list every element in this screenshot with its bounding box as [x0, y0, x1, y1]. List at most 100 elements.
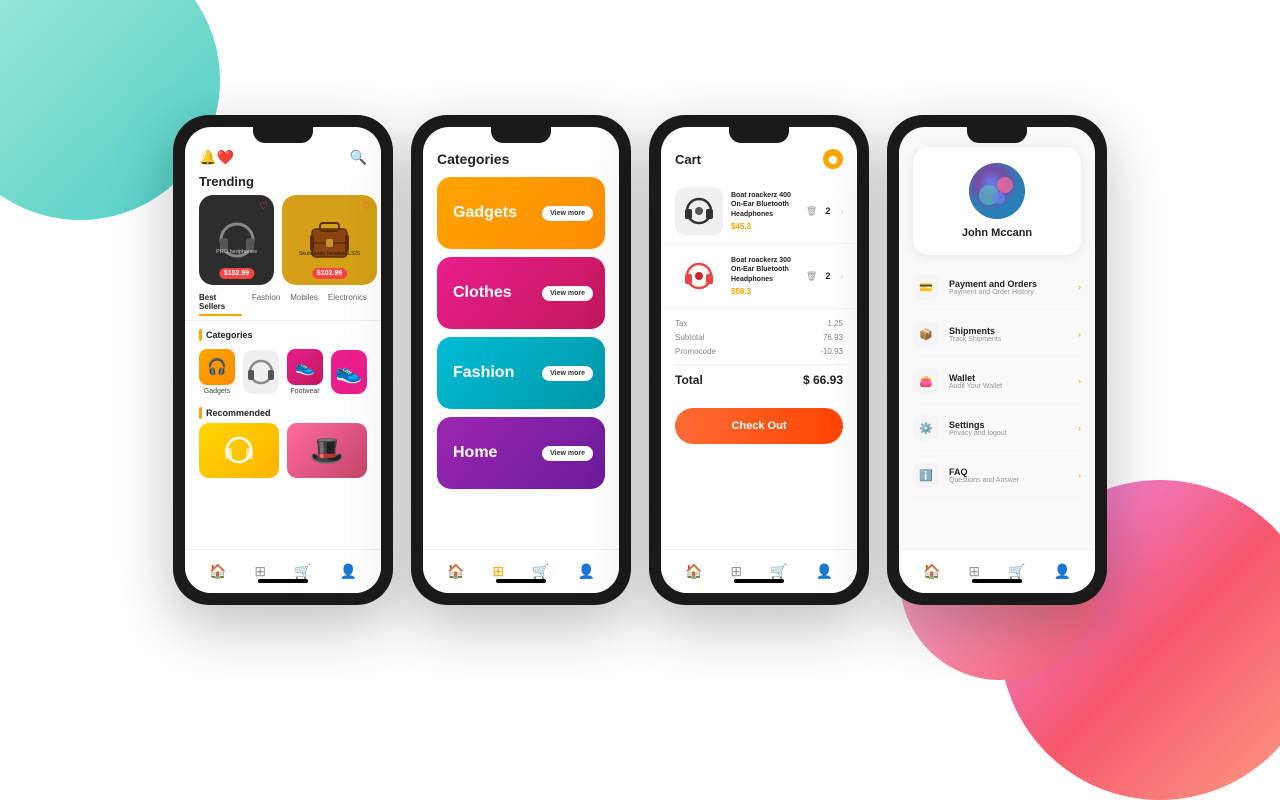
category-footwear[interactable]: 👟 Footwear — [287, 349, 323, 395]
trash-icon-1[interactable]: 🗑 — [806, 206, 817, 217]
nav-profile-4[interactable]: 👤 — [1054, 563, 1071, 580]
cart-item-info-2: Boat roackerz 300 On-Ear Bluetooth Headp… — [731, 256, 798, 295]
tab-mobiles[interactable]: Mobiles — [290, 293, 318, 316]
chevron-right-1: › — [840, 207, 843, 216]
home-bottom-nav: 🏠 ⊞ 🛒 👤 — [185, 549, 381, 593]
view-more-fashion[interactable]: View more — [542, 366, 593, 381]
nav-home-3[interactable]: 🏠 — [685, 563, 702, 580]
chevron-right-2: › — [840, 272, 843, 281]
product-card-headphones[interactable]: ♡ $152.99 PRO hedphones — [199, 195, 274, 285]
phone-notch-2 — [491, 127, 551, 143]
cart-item-qty-1: 2 — [825, 206, 830, 216]
menu-item-wallet[interactable]: 👛 Wallet Audit Your Wallet › — [913, 359, 1081, 404]
cart-item-2: Boat roackerz 300 On-Ear Bluetooth Headp… — [661, 244, 857, 309]
nav-grid[interactable]: ⊞ — [254, 563, 266, 580]
phone-profile: John Mccann 💳 Payment and Orders Payment… — [887, 115, 1107, 605]
cart-item-price-1: $45.3 — [731, 222, 798, 231]
faq-sub: Questions and Answer — [949, 477, 1068, 484]
product-name-1: PRO hedphones — [199, 249, 274, 255]
rec-card-1[interactable] — [199, 423, 279, 478]
recommended-cards: 🎩 — [185, 423, 381, 478]
cat-card-fashion[interactable]: Fashion View more — [437, 337, 605, 409]
promo-row: Promocode -10.93 — [675, 347, 843, 356]
settings-title: Settings — [949, 420, 1068, 430]
arrow-wallet: › — [1078, 376, 1081, 386]
arrow-shipments: › — [1078, 329, 1081, 339]
arrow-faq: › — [1078, 470, 1081, 480]
wallet-sub: Audit Your Wallet — [949, 383, 1068, 390]
promo-value: -10.93 — [820, 347, 843, 356]
nav-cart-3[interactable]: 🛒 — [770, 563, 787, 580]
nav-cart[interactable]: 🛒 — [294, 563, 311, 580]
cart-title: Cart — [675, 152, 701, 167]
product-heart-1[interactable]: ♡ — [259, 201, 268, 212]
trending-products: ♡ $152.99 PRO hedphones — [185, 195, 381, 285]
username: John Mccann — [962, 227, 1032, 239]
heart-icon[interactable]: ❤️ — [216, 149, 233, 166]
nav-grid-2[interactable]: ⊞ — [492, 563, 504, 580]
nav-grid-4[interactable]: ⊞ — [968, 563, 980, 580]
cat-label-fashion: Fashion — [453, 364, 514, 382]
category-gadgets[interactable]: 🎧 Gadgets — [199, 349, 235, 395]
tab-bestsellers[interactable]: Best Sellers — [199, 293, 242, 316]
nav-home-4[interactable]: 🏠 — [923, 563, 940, 580]
shipments-title: Shipments — [949, 326, 1068, 336]
cat-label-home: Home — [453, 444, 497, 462]
rec-card-2[interactable]: 🎩 — [287, 423, 367, 478]
nav-profile-2[interactable]: 👤 — [578, 563, 595, 580]
menu-item-faq[interactable]: ℹ️ FAQ Questions and Answer › — [913, 453, 1081, 498]
profile-menu-list: 💳 Payment and Orders Payment and Order H… — [899, 265, 1095, 498]
profile-bottom-nav: 🏠 ⊞ 🛒 👤 — [899, 549, 1095, 593]
arrow-settings: › — [1078, 423, 1081, 433]
view-more-home[interactable]: View more — [542, 446, 593, 461]
cart-bottom-bar — [734, 579, 784, 583]
cart-item-qty-2: 2 — [825, 271, 830, 281]
product-card-suitcase[interactable]: ♡ Skullcandy headset L325 $102.99 — [282, 195, 377, 285]
menu-item-payment[interactable]: 💳 Payment and Orders Payment and Order H… — [913, 265, 1081, 310]
tab-fashion[interactable]: Fashion — [252, 293, 280, 316]
search-icon[interactable]: 🔍 — [350, 149, 367, 166]
nav-home-2[interactable]: 🏠 — [447, 563, 464, 580]
total-value: $ 66.93 — [803, 373, 843, 387]
cat-card-gadgets[interactable]: Gadgets View more — [437, 177, 605, 249]
faq-title: FAQ — [949, 467, 1068, 477]
tab-electronics[interactable]: Electronics — [328, 293, 367, 316]
view-more-clothes[interactable]: View more — [542, 286, 593, 301]
nav-profile[interactable]: 👤 — [340, 563, 357, 580]
nav-cart-4[interactable]: 🛒 — [1008, 563, 1025, 580]
phone-notch-1 — [253, 127, 313, 143]
trash-icon-2[interactable]: 🗑 — [806, 271, 817, 282]
phone-categories-screen: Categories Gadgets View more Clothes Vie… — [423, 127, 619, 593]
phone-notch-4 — [967, 127, 1027, 143]
payment-title: Payment and Orders — [949, 279, 1068, 289]
menu-item-settings[interactable]: ⚙️ Settings Privacy and logout › — [913, 406, 1081, 451]
cat-label-clothes: Clothes — [453, 284, 512, 302]
settings-text: Settings Privacy and logout — [949, 420, 1068, 437]
faq-icon: ℹ️ — [913, 462, 939, 488]
avatar — [969, 163, 1025, 219]
nav-profile-3[interactable]: 👤 — [816, 563, 833, 580]
bell-icon[interactable]: 🔔 — [199, 149, 216, 166]
cat-card-clothes[interactable]: Clothes View more — [437, 257, 605, 329]
cat-label-gadgets: Gadgets — [453, 204, 517, 222]
footwear-product-img: 👟 — [331, 350, 367, 394]
product-heart-2[interactable]: ♡ — [362, 201, 371, 212]
tax-value: 1.25 — [827, 319, 843, 328]
menu-item-shipments[interactable]: 📦 Shipments Track Shipments › — [913, 312, 1081, 357]
view-more-gadgets[interactable]: View more — [542, 206, 593, 221]
cart-item-name-2: Boat roackerz 300 On-Ear Bluetooth Headp… — [731, 256, 798, 283]
payment-sub: Payment and Order History — [949, 289, 1068, 296]
gadgets-icon: 🎧 — [199, 349, 235, 385]
nav-home[interactable]: 🏠 — [209, 563, 226, 580]
nav-grid-3[interactable]: ⊞ — [730, 563, 742, 580]
shipments-icon: 📦 — [913, 321, 939, 347]
cat-card-home[interactable]: Home View more — [437, 417, 605, 489]
product-tabs: Best Sellers Fashion Mobiles Electronics — [185, 285, 381, 321]
settings-icon: ⚙️ — [913, 415, 939, 441]
cart-item-info-1: Boat roackerz 400 On-Ear Bluetooth Headp… — [731, 191, 798, 230]
nav-cart-2[interactable]: 🛒 — [532, 563, 549, 580]
categories-bottom-nav: 🏠 ⊞ 🛒 👤 — [423, 549, 619, 593]
home-bottom-bar — [258, 579, 308, 583]
gadgets-product-img — [243, 350, 279, 394]
checkout-button[interactable]: Check Out — [675, 408, 843, 444]
